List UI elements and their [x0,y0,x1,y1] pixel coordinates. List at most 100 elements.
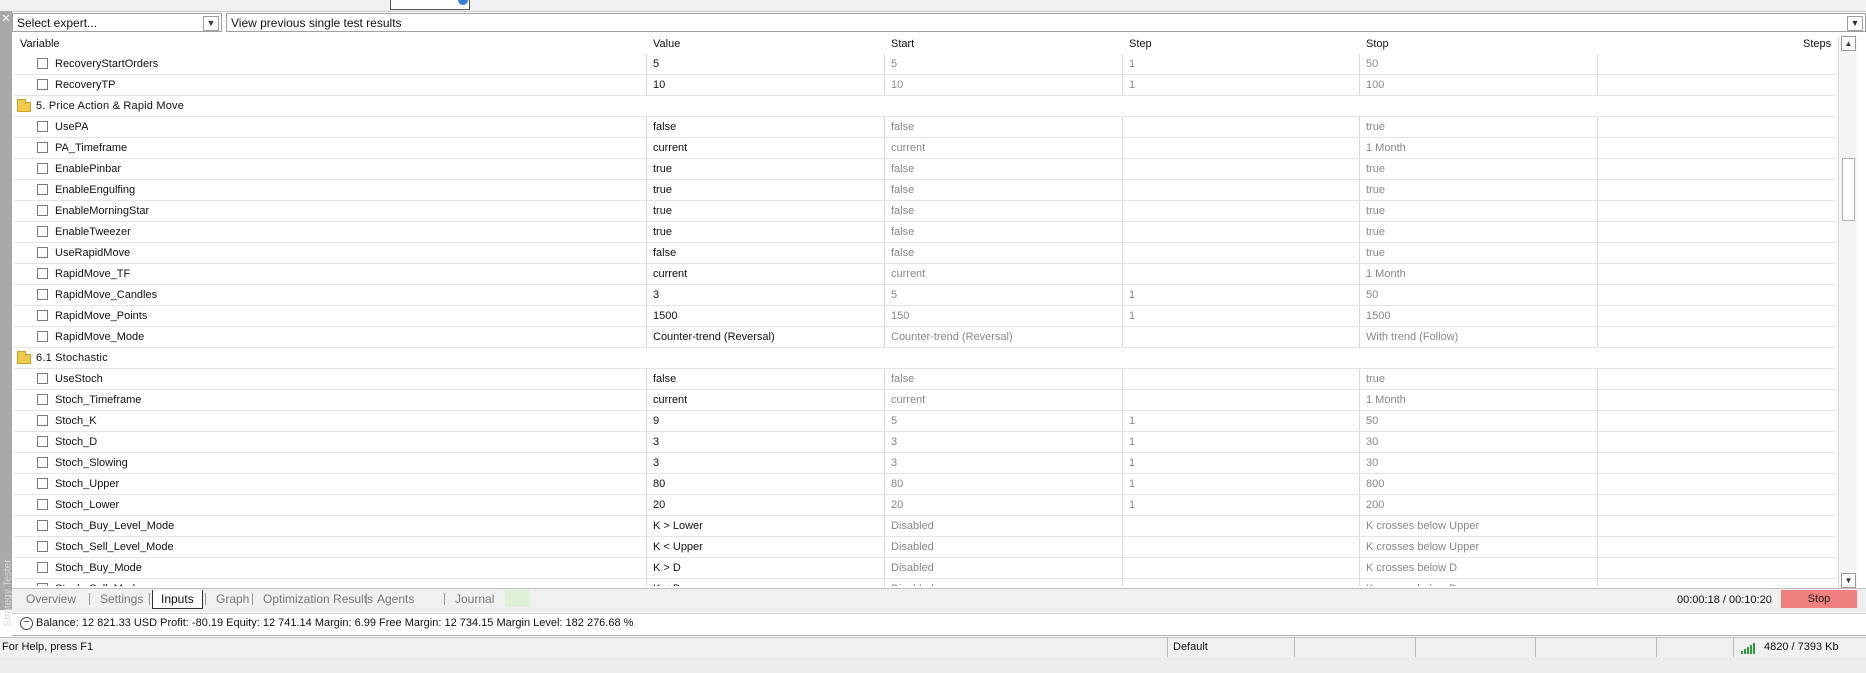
step-cell[interactable]: 1 [1129,306,1135,326]
optimize-checkbox[interactable] [37,268,48,279]
value-cell[interactable]: true [653,159,672,179]
start-cell[interactable]: Counter-trend (Reversal) [891,327,1013,347]
table-row[interactable]: Stoch_K 9 5 1 50 [14,411,1836,432]
stop-cell[interactable]: true [1366,369,1385,389]
optimize-checkbox[interactable] [37,499,48,510]
value-cell[interactable]: 3 [653,432,659,452]
chevron-down-icon[interactable]: ▼ [1847,16,1863,31]
tab-journal[interactable]: Journal [447,590,502,608]
tab-optimization-results[interactable]: Optimization Results [255,590,381,608]
value-cell[interactable]: K > Lower [653,516,703,536]
table-row[interactable]: UseStoch false false true [14,369,1836,390]
group-row[interactable]: 5. Price Action & Rapid Move [14,96,1836,117]
header-steps[interactable]: Steps [1803,38,1831,50]
table-row[interactable]: EnableMorningStar true false true [14,201,1836,222]
step-cell[interactable]: 1 [1129,432,1135,452]
optimize-checkbox[interactable] [37,520,48,531]
value-cell[interactable]: Counter-trend (Reversal) [653,327,775,347]
stop-cell[interactable]: With trend (Follow) [1366,327,1458,347]
stop-cell[interactable]: 200 [1366,495,1384,515]
table-row[interactable]: Stoch_Lower 20 20 1 200 [14,495,1836,516]
value-cell[interactable]: K > D [653,558,681,578]
stop-cell[interactable]: 1 Month [1366,264,1406,284]
start-cell[interactable]: 5 [891,411,897,431]
step-cell[interactable]: 1 [1129,285,1135,305]
optimize-checkbox[interactable] [37,310,48,321]
value-cell[interactable]: K < D [653,579,681,586]
step-cell[interactable]: 1 [1129,474,1135,494]
table-row[interactable]: Stoch_Slowing 3 3 1 30 [14,453,1836,474]
stop-cell[interactable]: 800 [1366,474,1384,494]
start-cell[interactable]: Disabled [891,558,934,578]
optimize-checkbox[interactable] [37,562,48,573]
stop-cell[interactable]: true [1366,201,1385,221]
stop-cell[interactable]: true [1366,159,1385,179]
scroll-down-icon[interactable]: ▼ [1841,573,1856,588]
start-cell[interactable]: Disabled [891,579,934,586]
value-cell[interactable]: false [653,369,676,389]
value-cell[interactable]: 3 [653,453,659,473]
stop-cell[interactable]: 1500 [1366,306,1390,326]
stop-cell[interactable]: 1 Month [1366,390,1406,410]
value-cell[interactable]: 3 [653,285,659,305]
optimize-checkbox[interactable] [37,142,48,153]
value-cell[interactable]: true [653,201,672,221]
table-row[interactable]: Stoch_Buy_Mode K > D Disabled K crosses bel… [14,558,1836,579]
start-cell[interactable]: current [891,138,925,158]
optimize-checkbox[interactable] [37,58,48,69]
step-cell[interactable]: 1 [1129,75,1135,95]
step-cell[interactable]: 1 [1129,54,1135,74]
header-step[interactable]: Step [1129,38,1152,50]
header-value[interactable]: Value [653,38,680,50]
tab-overview[interactable]: Overview [18,590,84,608]
optimize-checkbox[interactable] [37,436,48,447]
optimize-checkbox[interactable] [37,121,48,132]
header-start[interactable]: Start [891,38,914,50]
start-cell[interactable]: 20 [891,495,903,515]
optimize-checkbox[interactable] [37,79,48,90]
start-cell[interactable]: current [891,390,925,410]
results-select[interactable]: View previous single test results ▼ [226,13,1866,32]
start-cell[interactable]: false [891,180,914,200]
table-row[interactable]: RapidMove_Mode Counter-trend (Reversal) Co… [14,327,1836,348]
stop-cell[interactable]: K crosses below Upper [1366,537,1479,557]
optimize-checkbox[interactable] [37,478,48,489]
stop-cell[interactable]: K crosses below Upper [1366,516,1479,536]
value-cell[interactable]: current [653,138,687,158]
table-row[interactable]: PA_Timeframe current current 1 Month [14,138,1836,159]
start-cell[interactable]: 150 [891,306,909,326]
stop-cell[interactable]: 1 Month [1366,138,1406,158]
stop-cell[interactable]: true [1366,180,1385,200]
start-cell[interactable]: Disabled [891,537,934,557]
optimize-checkbox[interactable] [37,331,48,342]
optimize-checkbox[interactable] [37,373,48,384]
table-row[interactable]: RapidMove_Points 1500 150 1 1500 [14,306,1836,327]
collapse-icon[interactable]: − [20,617,33,630]
start-cell[interactable]: false [891,117,914,137]
value-cell[interactable]: 10 [653,75,665,95]
start-cell[interactable]: 3 [891,432,897,452]
step-cell[interactable]: 1 [1129,453,1135,473]
scrollbar-thumb[interactable] [1842,158,1855,221]
table-row[interactable]: Stoch_Buy_Level_Mode K > Lower Disabled K c… [14,516,1836,537]
start-cell[interactable]: 3 [891,453,897,473]
table-row[interactable]: EnableEngulfing true false true [14,180,1836,201]
vertical-scrollbar[interactable]: ▲ ▼ [1838,36,1857,588]
start-cell[interactable]: 5 [891,285,897,305]
stop-cell[interactable]: 50 [1366,54,1378,74]
table-row[interactable]: RecoveryStartOrders 5 5 1 50 [14,54,1836,75]
stop-cell[interactable]: 50 [1366,411,1378,431]
table-row[interactable]: Stoch_Sell_Level_Mode K < Upper Disabled K … [14,537,1836,558]
folder-icon[interactable] [17,351,31,364]
header-variable[interactable]: Variable [20,38,60,50]
value-cell[interactable]: 80 [653,474,665,494]
start-cell[interactable]: false [891,369,914,389]
tab-graph[interactable]: Graph [208,590,257,608]
start-cell[interactable]: false [891,243,914,263]
optimize-checkbox[interactable] [37,541,48,552]
stop-button[interactable]: Stop [1781,590,1857,608]
table-row[interactable]: RapidMove_Candles 3 5 1 50 [14,285,1836,306]
table-row[interactable]: Stoch_Sell_Mode K < D Disabled K crosses be… [14,579,1836,586]
chevron-down-icon[interactable]: ▼ [203,16,219,31]
step-cell[interactable]: 1 [1129,411,1135,431]
